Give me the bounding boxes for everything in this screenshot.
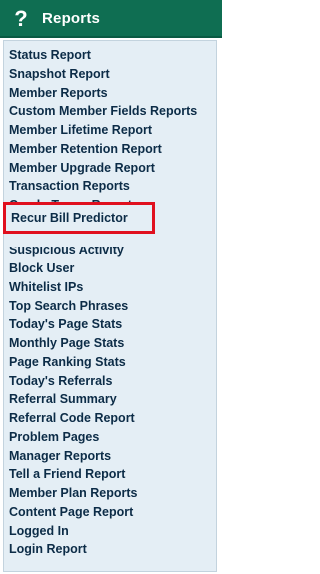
help-question-icon[interactable]: ? <box>14 7 28 31</box>
reports-menu-box: Status Report Snapshot Report Member Rep… <box>3 40 217 572</box>
highlighted-menu-item-recur-bill-predictor[interactable]: Recur Bill Predictor <box>3 202 155 234</box>
menu-item-login-report[interactable]: Login Report <box>4 540 197 559</box>
reports-menu: Status Report Snapshot Report Member Rep… <box>4 46 197 559</box>
reports-title: Reports <box>42 10 101 27</box>
menu-item-top-search-phrases[interactable]: Top Search Phrases <box>4 297 197 316</box>
menu-item-member-upgrade-report[interactable]: Member Upgrade Report <box>4 159 197 178</box>
menu-item-manager-reports[interactable]: Manager Reports <box>4 447 197 466</box>
menu-item-todays-referrals[interactable]: Today's Referrals <box>4 372 197 391</box>
menu-item-content-page-report[interactable]: Content Page Report <box>4 503 197 522</box>
menu-item-referral-code-report[interactable]: Referral Code Report <box>4 409 197 428</box>
menu-item-block-user[interactable]: Block User <box>4 259 197 278</box>
menu-item-suspicious-activity[interactable]: Suspicious Activity <box>4 247 197 260</box>
menu-item-whitelist-ips[interactable]: Whitelist IPs <box>4 278 197 297</box>
menu-item-member-reports[interactable]: Member Reports <box>4 84 197 103</box>
menu-item-logged-in[interactable]: Logged In <box>4 522 197 541</box>
menu-item-member-retention-report[interactable]: Member Retention Report <box>4 140 197 159</box>
menu-item-page-ranking-stats[interactable]: Page Ranking Stats <box>4 353 197 372</box>
menu-item-tell-a-friend-report[interactable]: Tell a Friend Report <box>4 465 197 484</box>
menu-item-monthly-page-stats[interactable]: Monthly Page Stats <box>4 334 197 353</box>
highlighted-menu-item-label: Recur Bill Predictor <box>11 211 128 225</box>
menu-item-snapshot-report[interactable]: Snapshot Report <box>4 65 197 84</box>
menu-item-member-lifetime-report[interactable]: Member Lifetime Report <box>4 121 197 140</box>
menu-item-custom-member-fields-reports[interactable]: Custom Member Fields Reports <box>4 102 197 121</box>
reports-header: ? Reports <box>0 0 222 38</box>
menu-item-referral-summary[interactable]: Referral Summary <box>4 390 197 409</box>
menu-item-member-plan-reports[interactable]: Member Plan Reports <box>4 484 197 503</box>
menu-item-todays-page-stats[interactable]: Today's Page Stats <box>4 315 197 334</box>
menu-item-status-report[interactable]: Status Report <box>4 46 197 65</box>
reports-panel: ? Reports Status Report Snapshot Report … <box>0 0 222 574</box>
menu-item-problem-pages[interactable]: Problem Pages <box>4 428 197 447</box>
menu-item-transaction-reports[interactable]: Transaction Reports <box>4 177 197 196</box>
